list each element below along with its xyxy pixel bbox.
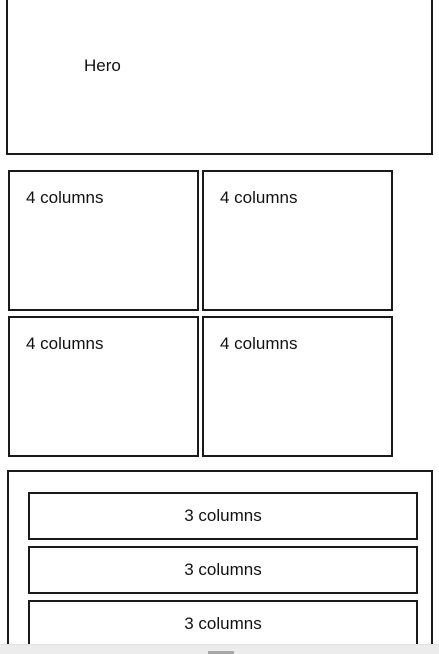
hero-label: Hero	[84, 56, 121, 75]
four-column-label: 4 columns	[220, 188, 298, 207]
four-column-label: 4 columns	[26, 334, 104, 353]
four-column-label: 4 columns	[26, 188, 104, 207]
hero-section: Hero	[6, 0, 433, 155]
three-column-label: 3 columns	[184, 614, 262, 633]
four-column-block-3: 4 columns	[8, 316, 199, 457]
four-column-block-2: 4 columns	[202, 170, 393, 311]
four-column-block-1: 4 columns	[8, 170, 199, 311]
three-column-block-2: 3 columns	[28, 546, 418, 594]
horizontal-scrollbar[interactable]	[0, 644, 439, 654]
four-column-label: 4 columns	[220, 334, 298, 353]
three-column-container: 3 columns 3 columns 3 columns	[7, 470, 433, 654]
page-viewport: Hero 4 columns 4 columns 4 columns 4 col…	[0, 0, 439, 654]
three-column-block-3: 3 columns	[28, 600, 418, 648]
four-column-block-4: 4 columns	[202, 316, 393, 457]
three-column-label: 3 columns	[184, 506, 262, 525]
three-column-label: 3 columns	[184, 560, 262, 579]
three-column-block-1: 3 columns	[28, 492, 418, 540]
